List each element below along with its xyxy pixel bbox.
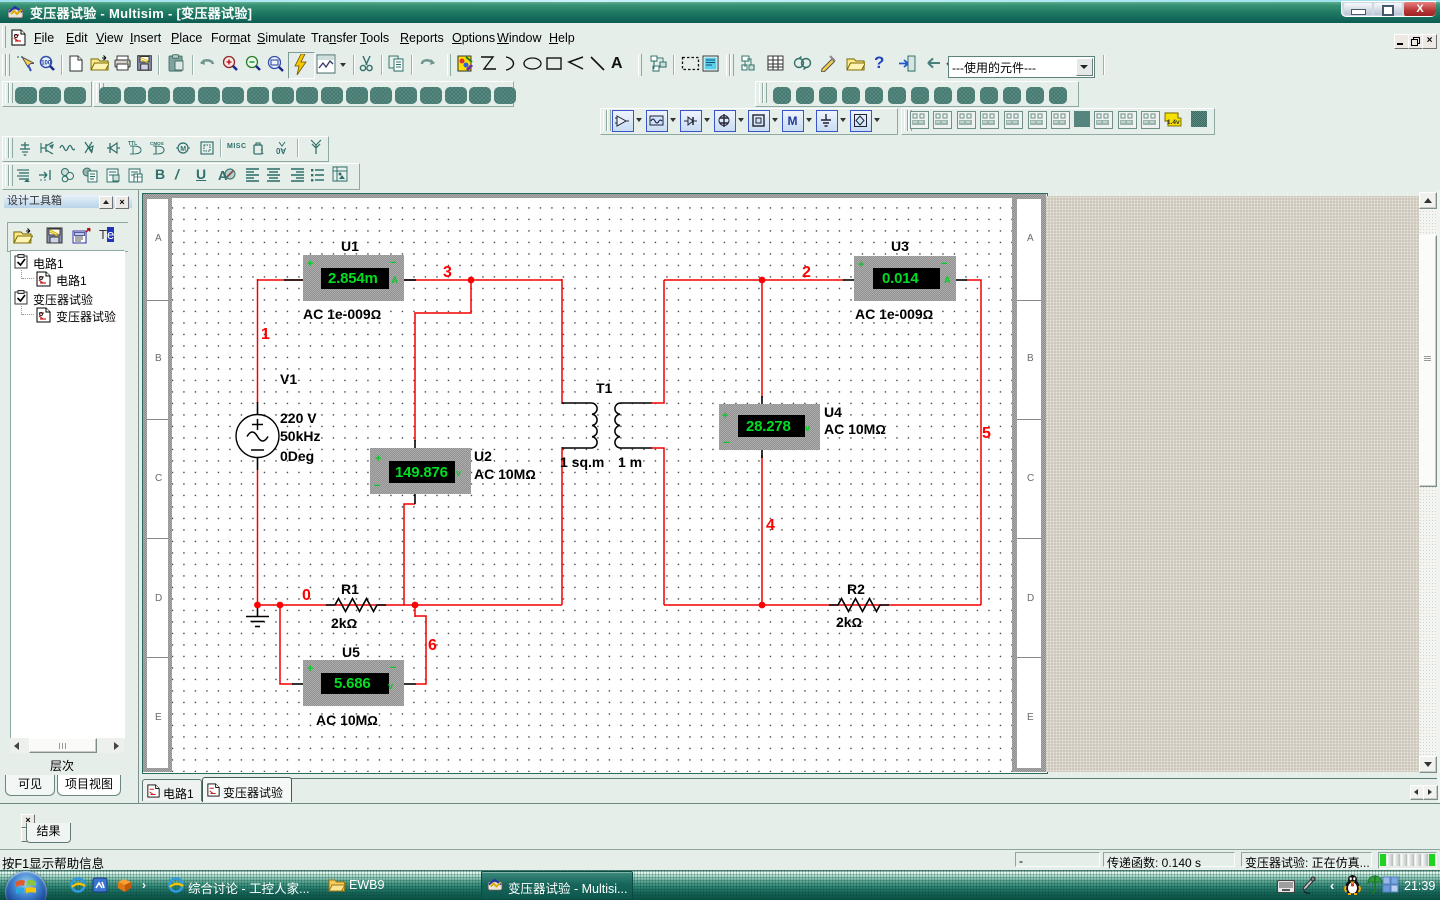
svg-text:5.686: 5.686	[334, 675, 371, 692]
svg-text:AC 10MΩ: AC 10MΩ	[316, 712, 378, 728]
svg-text:U4: U4	[824, 404, 842, 420]
svg-text:v: v	[388, 681, 393, 691]
svg-text:A: A	[392, 275, 399, 285]
svg-text:220 V: 220 V	[280, 410, 317, 426]
svg-text:6: 6	[428, 637, 437, 654]
svg-text:2kΩ: 2kΩ	[331, 615, 357, 631]
svg-text:50kHz: 50kHz	[280, 428, 320, 444]
svg-text:V1: V1	[280, 371, 297, 387]
svg-text:−: −	[941, 258, 947, 270]
svg-text:AC 1e-009Ω: AC 1e-009Ω	[855, 306, 933, 322]
svg-text:−: −	[723, 437, 729, 449]
svg-text:v: v	[805, 423, 810, 433]
svg-text:U1: U1	[341, 238, 359, 254]
svg-text:+: +	[307, 258, 313, 270]
svg-text:0Deg: 0Deg	[280, 448, 314, 464]
svg-text:U3: U3	[891, 238, 909, 254]
svg-text:T1: T1	[596, 380, 613, 396]
svg-text:R2: R2	[847, 581, 865, 597]
svg-text:−: −	[390, 662, 396, 674]
svg-text:149.876: 149.876	[395, 464, 448, 481]
svg-text:U2: U2	[474, 448, 492, 464]
svg-text:AC 10MΩ: AC 10MΩ	[474, 466, 536, 482]
svg-text:2.854m: 2.854m	[328, 270, 378, 287]
svg-text:1: 1	[261, 326, 270, 343]
svg-text:−: −	[374, 480, 380, 492]
svg-text:3: 3	[443, 264, 452, 281]
svg-text:0.014: 0.014	[882, 270, 919, 287]
svg-text:1 sq.m: 1 sq.m	[560, 454, 604, 470]
svg-text:+: +	[722, 410, 728, 422]
svg-text:0: 0	[302, 587, 311, 604]
svg-text:A: A	[944, 275, 951, 285]
svg-text:4: 4	[766, 517, 775, 534]
svg-text:5: 5	[982, 425, 991, 442]
svg-text:28.278: 28.278	[746, 418, 791, 435]
svg-text:−: −	[390, 257, 396, 269]
svg-text:R1: R1	[341, 581, 359, 597]
svg-text:U5: U5	[342, 644, 360, 660]
svg-text:v: v	[456, 468, 461, 478]
svg-text:2: 2	[802, 264, 811, 281]
svg-text:AC 1e-009Ω: AC 1e-009Ω	[303, 306, 381, 322]
svg-text:+: +	[858, 259, 864, 271]
svg-text:1 m: 1 m	[618, 454, 642, 470]
svg-text:+: +	[375, 453, 381, 465]
svg-text:+: +	[307, 663, 313, 675]
svg-text:AC 10MΩ: AC 10MΩ	[824, 421, 886, 437]
svg-text:2kΩ: 2kΩ	[836, 614, 862, 630]
